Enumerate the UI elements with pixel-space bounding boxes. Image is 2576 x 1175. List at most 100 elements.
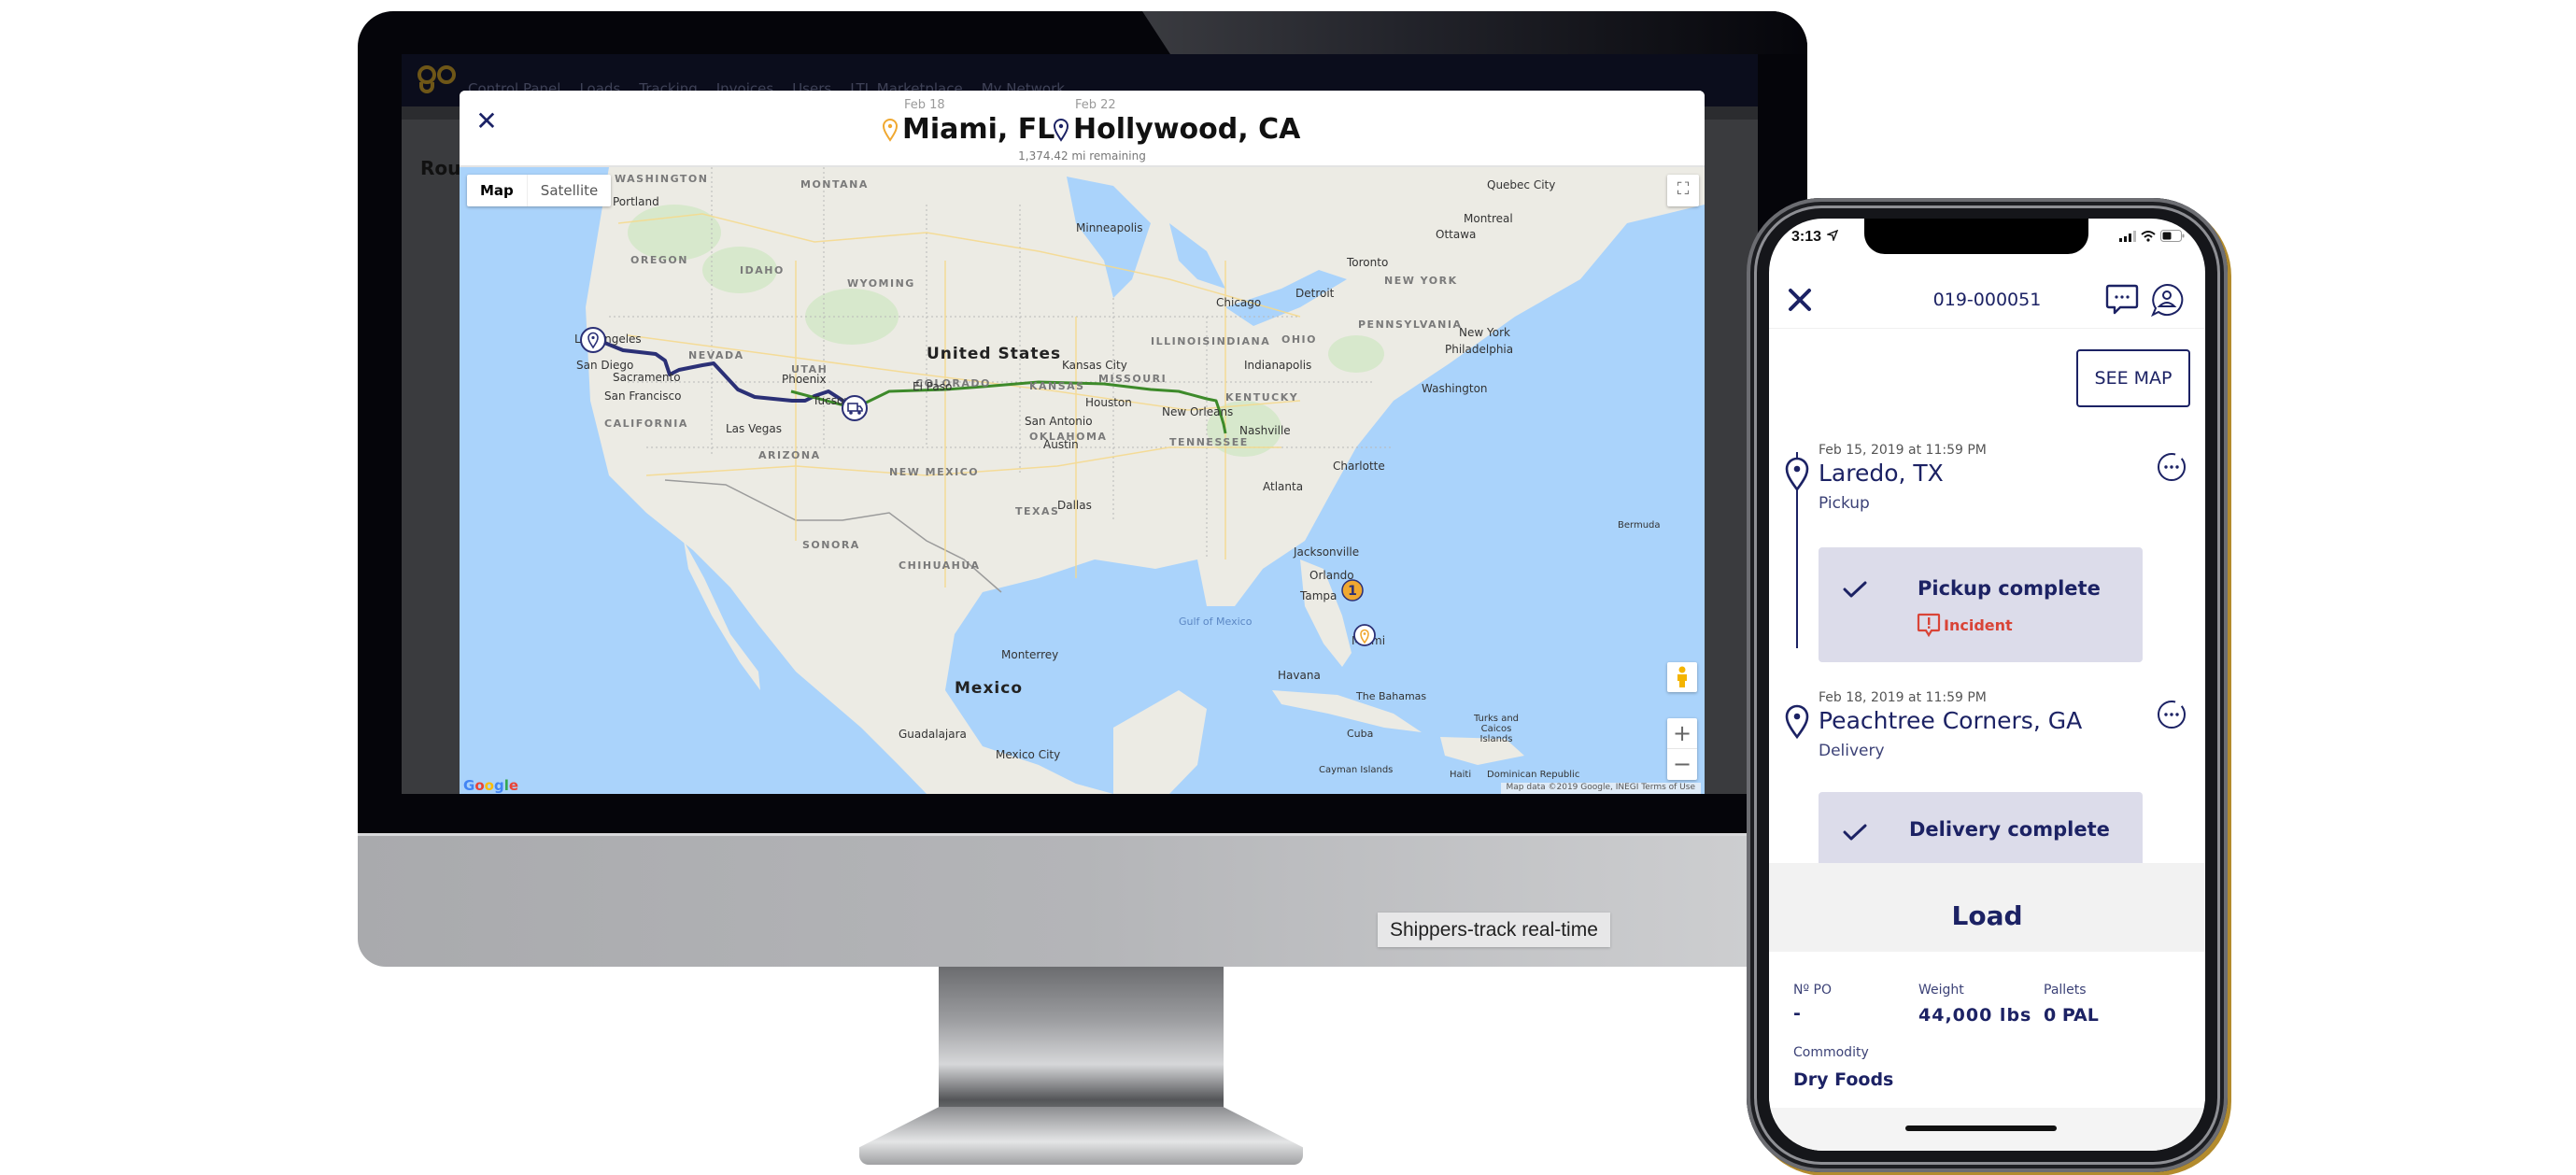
map-label-tampa: Tampa [1300,589,1338,602]
incident-marker[interactable]: 1 [1340,578,1365,602]
destination-city: Hollywood, CA [1073,113,1301,146]
status-time: 3:13 [1791,229,1839,246]
map-label-nevada: NEVADA [688,349,744,361]
map-label-el-paso: El Paso [913,380,953,393]
yucatan [1113,690,1207,794]
street-view-icon[interactable] [1667,662,1697,692]
status-title: Delivery complete [1909,818,2110,841]
commodity-label: Commodity [1793,1045,1869,1060]
chat-icon[interactable] [2104,282,2140,318]
map-label-montreal: Montreal [1464,212,1513,225]
map-label-haiti: Haiti [1450,770,1472,780]
see-map-button[interactable]: SEE MAP [2076,349,2190,407]
route-destination: Feb 22 Hollywood, CA [1053,98,1300,146]
map-label-portland: Portland [613,195,659,208]
map-label-havana: Havana [1278,669,1321,682]
map-label-san-antonio: San Antonio [1025,415,1093,428]
location-pin-icon [1785,457,1809,491]
map-label-chihuahua: CHIHUAHUA [899,559,981,572]
incident-alert-icon [1917,613,1941,637]
map-label-cuba: Cuba [1347,728,1374,740]
desktop-screen: Control Panel Loads Tracking Invoices Us… [402,54,1758,794]
incident-badge[interactable]: Incident [1917,613,2013,637]
status-card-pickup[interactable]: Pickup complete Incident [1819,547,2143,662]
weight-label: Weight [1918,983,1964,998]
map-label-indianapolis: Indianapolis [1244,359,1312,372]
load-details: Nº PO - Weight 44,000 lbs Pallets 0 PAL … [1769,952,2205,1101]
google-logo: Google [463,777,519,794]
stand-foot [859,1107,1303,1165]
modal-header: ✕ Feb 18 Miami, FL Feb 22 Hollywood, CA … [460,91,1705,167]
map-label-illinois: ILLINOIS [1151,335,1211,347]
more-options-icon[interactable] [2157,452,2187,482]
destination-marker[interactable] [579,326,607,354]
map-label-chicago: Chicago [1216,296,1262,309]
map-label-tennessee: TENNESSEE [1169,436,1249,448]
route-summary: Feb 18 Miami, FL Feb 22 Hollywood, CA 1,… [460,91,1705,167]
map-label-arizona: ARIZONA [758,449,821,461]
origin-pin-icon [882,119,899,142]
status-icons [2119,230,2185,242]
origin-date: Feb 18 [904,98,945,112]
destination-pin-icon [1053,119,1069,142]
map-label-montana: MONTANA [800,178,869,191]
contact-support-icon[interactable] [2149,282,2185,318]
map-label-kansas: KANSAS [1029,380,1085,392]
map-label-united-states: United States [927,345,1062,363]
map-attribution[interactable]: Map data ©2019 Google, INEGI Terms of Us… [1500,783,1701,794]
load-title: Load [1951,900,2023,931]
fullscreen-icon[interactable]: ⛶ [1667,175,1699,206]
home-indicator[interactable] [1905,1125,2057,1131]
location-pin-icon [1785,704,1809,739]
map-label-kansas-city: Kansas City [1062,359,1127,372]
load-section-header: Load [1769,863,2205,952]
po-value: - [1793,1003,1801,1024]
more-options-icon[interactable] [2157,700,2187,729]
feature-caption: Shippers-track real-time [1378,913,1610,947]
map-label-oregon: OREGON [630,254,688,266]
map-label-new-york: NEW YORK [1384,275,1458,287]
truck-marker[interactable] [841,394,869,422]
incident-label: Incident [1944,616,2013,634]
phone-screen: 3:13 019-000051 SEE MAP Feb 15, 2019 at … [1769,219,2205,1151]
map-label-cayman-islands: Cayman Islands [1319,765,1394,775]
origin-marker[interactable] [1352,623,1377,647]
battery-icon [2160,230,2185,242]
map-label-pennsylvania: PENNSYLVANIA [1358,319,1463,331]
map-label-charlotte: Charlotte [1333,460,1385,473]
map-label-quebec-city: Quebec City [1487,178,1556,191]
map-type-map-button[interactable]: Map [467,175,528,206]
map-label-california: CALIFORNIA [604,418,688,430]
map-label-bermuda: Bermuda [1618,520,1661,531]
route-map[interactable]: WASHINGTON MONTANA OREGON IDAHO WYOMING … [460,167,1705,794]
check-icon [1843,581,1867,598]
zoom-out-button[interactable]: − [1667,749,1697,780]
map-label-mexico-city: Mexico City [996,748,1061,761]
status-card-delivery[interactable]: Delivery complete [1819,792,2143,873]
distance-remaining: 1,374.42 mi remaining [1018,149,1146,163]
zoom-in-button[interactable]: + [1667,718,1697,749]
map-label-guadalajara: Guadalajara [899,728,967,741]
map-type-control: Map Satellite [467,175,612,206]
check-icon [1843,824,1867,841]
wifi-icon [2141,230,2156,242]
map-label-sonora: SONORA [802,539,860,551]
map-label-new-orleans: New Orleans [1162,405,1234,418]
map-label-indiana: INDIANA [1211,335,1271,347]
po-label: Nº PO [1793,983,1832,998]
route-modal: ✕ Feb 18 Miami, FL Feb 22 Hollywood, CA … [460,91,1705,794]
map-label-detroit: Detroit [1295,287,1335,300]
map-type-satellite-button[interactable]: Satellite [528,175,611,206]
location-arrow-icon [1826,229,1839,243]
map-label-sacramento: Sacramento [613,371,681,384]
map-label-kentucky: KENTUCKY [1225,391,1299,403]
stop-city: Laredo, TX [1819,460,1944,487]
map-label-dallas: Dallas [1057,499,1092,512]
incident-marker-count: 1 [1348,584,1357,599]
map-label-washington-dc: Washington [1422,382,1488,395]
go-logo[interactable] [418,62,457,99]
map-label-new-mexico: NEW MEXICO [889,466,980,478]
map-label-washington: WASHINGTON [615,173,709,185]
map-label-phoenix: Phoenix [782,373,827,386]
bezel-glare [1142,11,1807,54]
